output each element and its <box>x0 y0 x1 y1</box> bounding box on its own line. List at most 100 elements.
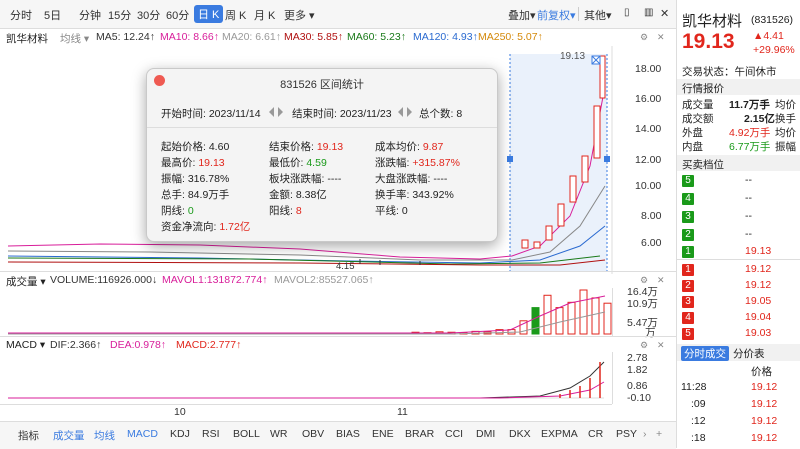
other-menu[interactable]: 其他▾ <box>584 7 612 23</box>
mavol1-value: MAVOL1:131872.774↑ <box>162 274 268 286</box>
tab-macd[interactable]: MACD <box>127 428 158 440</box>
sell-level-price: -- <box>745 210 752 222</box>
tab-bias[interactable]: BIAS <box>336 428 360 440</box>
quote-label: 均价 <box>775 127 796 139</box>
ma20-value: MA20: 6.61↑ <box>222 31 281 43</box>
close-icon[interactable]: ✕ <box>660 7 669 20</box>
ticks-price-header: 价格 <box>751 366 772 378</box>
dif-value: DIF:2.366↑ <box>50 339 102 351</box>
tab-daily-k[interactable]: 日 K <box>194 5 224 23</box>
tick-price: 19.12 <box>751 398 778 410</box>
volume-menu[interactable]: 成交量 ▾ <box>6 274 46 289</box>
tab-obv[interactable]: OBV <box>302 428 324 440</box>
start-prev-icon[interactable] <box>269 107 274 117</box>
tab-ma[interactable]: 均线 <box>94 428 115 443</box>
high-price-label: 19.13 <box>560 51 585 62</box>
tab-monthly-k[interactable]: 月 K <box>254 7 275 23</box>
cost-avg-stat: 成本均价: 9.87 <box>375 141 444 153</box>
tab-brar[interactable]: BRAR <box>405 428 434 440</box>
quote-value: 4.92万手 <box>729 127 771 139</box>
tab-price-table[interactable]: 分价表 <box>733 346 765 361</box>
zoom-icon[interactable]: ⚙ <box>640 32 648 43</box>
tab-cci[interactable]: CCI <box>445 428 463 440</box>
adjust-menu[interactable]: 前复权▾ <box>537 7 576 23</box>
panel-close-icon[interactable]: ✕ <box>657 275 665 286</box>
price-tick: 6.00 <box>641 237 662 249</box>
end-next-icon[interactable] <box>407 107 412 117</box>
sell-level-price: 19.13 <box>745 245 772 257</box>
tab-ticks[interactable]: 分时成交 <box>681 346 729 361</box>
quote-section-header: 行情报价 <box>677 79 800 95</box>
period-toolbar: 分时 5日 分钟 15分 30分 60分 日 K 周 K 月 K 更多 ▾ 叠加… <box>0 0 676 29</box>
line-type-menu[interactable]: 均线 ▾ <box>60 31 89 46</box>
tick-time: 11:28 <box>681 381 707 393</box>
volume-chart[interactable] <box>0 288 612 336</box>
end-prev-icon[interactable] <box>398 107 403 117</box>
tab-psy[interactable]: PSY <box>616 428 637 440</box>
tab-60min[interactable]: 60分 <box>166 7 189 23</box>
tab-30min[interactable]: 30分 <box>137 7 160 23</box>
start-next-icon[interactable] <box>278 107 283 117</box>
tab-boll[interactable]: BOLL <box>233 428 260 440</box>
ma-legend-bar: 凯华材料 均线 ▾ MA5: 12.24↑ MA10: 8.66↑ MA20: … <box>0 29 676 47</box>
flat-candles-stat: 平线: 0 <box>375 205 408 217</box>
quote-label: 内盘 <box>682 141 703 153</box>
buy-level-badge: 4 <box>682 312 694 324</box>
price-axis: 18.00 16.00 14.00 12.00 10.00 8.00 6.00 <box>613 46 675 274</box>
macd-tick: -0.10 <box>627 392 651 404</box>
buy-level-price: 19.05 <box>745 295 772 307</box>
tab-minute[interactable]: 分钟 <box>79 7 101 23</box>
tick-time: :09 <box>691 398 706 410</box>
quote-label: 换手 <box>775 113 796 125</box>
end-time-label: 结束时间: 2023/11/23 <box>292 108 392 120</box>
buy-level-price: 19.12 <box>745 279 772 291</box>
tab-ene[interactable]: ENE <box>372 428 394 440</box>
macd-axis: 2.78 1.82 0.86 -0.10 <box>612 352 677 404</box>
tab-rsi[interactable]: RSI <box>202 428 220 440</box>
sell-levels: 5 -- 4 -- 3 -- 2 -- <box>677 171 800 247</box>
sell-level-price: -- <box>745 192 752 204</box>
panel-close-icon[interactable]: ✕ <box>657 340 665 351</box>
volume-legend: 成交量 ▾ VOLUME:116926.000↓ MAVOL1:131872.7… <box>0 271 676 288</box>
tab-kdj[interactable]: KDJ <box>170 428 190 440</box>
more-menu[interactable]: 更多 ▾ <box>284 7 315 23</box>
ma60-value: MA60: 5.23↑ <box>347 31 406 43</box>
tab-wr[interactable]: WR <box>270 428 288 440</box>
macd-menu[interactable]: MACD ▾ <box>6 339 45 351</box>
collapse-icon[interactable]: ▯ <box>624 7 630 18</box>
macd-legend: MACD ▾ DIF:2.366↑ DEA:0.978↑ MACD:2.777↑… <box>0 336 676 353</box>
tab-weekly-k[interactable]: 周 K <box>225 7 246 23</box>
date-tick: 10 <box>174 406 186 418</box>
panel-close-icon[interactable]: ✕ <box>657 32 665 43</box>
tab-indicator[interactable]: 指标 <box>18 428 39 443</box>
tab-dmi[interactable]: DMI <box>476 428 495 440</box>
dea-value: DEA:0.978↑ <box>110 339 167 351</box>
tab-15min[interactable]: 15分 <box>108 7 131 23</box>
macd-chart[interactable] <box>0 352 612 404</box>
tick-time: :12 <box>691 415 706 427</box>
stock-name-label: 凯华材料 <box>6 33 48 45</box>
quote-value: 6.77万手 <box>729 141 771 153</box>
tab-add-icon[interactable]: + <box>656 428 662 440</box>
tab-5day[interactable]: 5日 <box>44 7 61 23</box>
orderbook-divider <box>677 259 800 260</box>
ma120-value: MA120: 4.93↑ <box>413 31 478 43</box>
quote-value: 2.15亿 <box>744 113 775 125</box>
tab-expma[interactable]: EXPMA <box>541 428 578 440</box>
overlay-menu[interactable]: 叠加▾ <box>508 7 536 23</box>
stock-code: (831526) <box>751 14 794 26</box>
tab-intraday[interactable]: 分时 <box>10 7 32 23</box>
price-tick: 16.00 <box>635 93 662 105</box>
tab-volume[interactable]: 成交量 <box>53 428 85 443</box>
buy-level-price: 19.12 <box>745 263 772 275</box>
up-candles-stat: 阳线: 8 <box>269 205 302 217</box>
tab-cr[interactable]: CR <box>588 428 603 440</box>
tab-scroll-right-icon[interactable]: › <box>643 428 647 440</box>
total-volume-stat: 总手: 84.9万手 <box>161 189 230 201</box>
quote-label: 外盘 <box>682 127 703 139</box>
high-price-stat: 最高价: 19.13 <box>161 157 225 169</box>
volume-bar <box>603 302 612 335</box>
zoom-icon[interactable]: ⚙ <box>640 340 648 351</box>
layout-icon[interactable]: ▥ <box>644 7 653 18</box>
tab-dkx[interactable]: DKX <box>509 428 531 440</box>
